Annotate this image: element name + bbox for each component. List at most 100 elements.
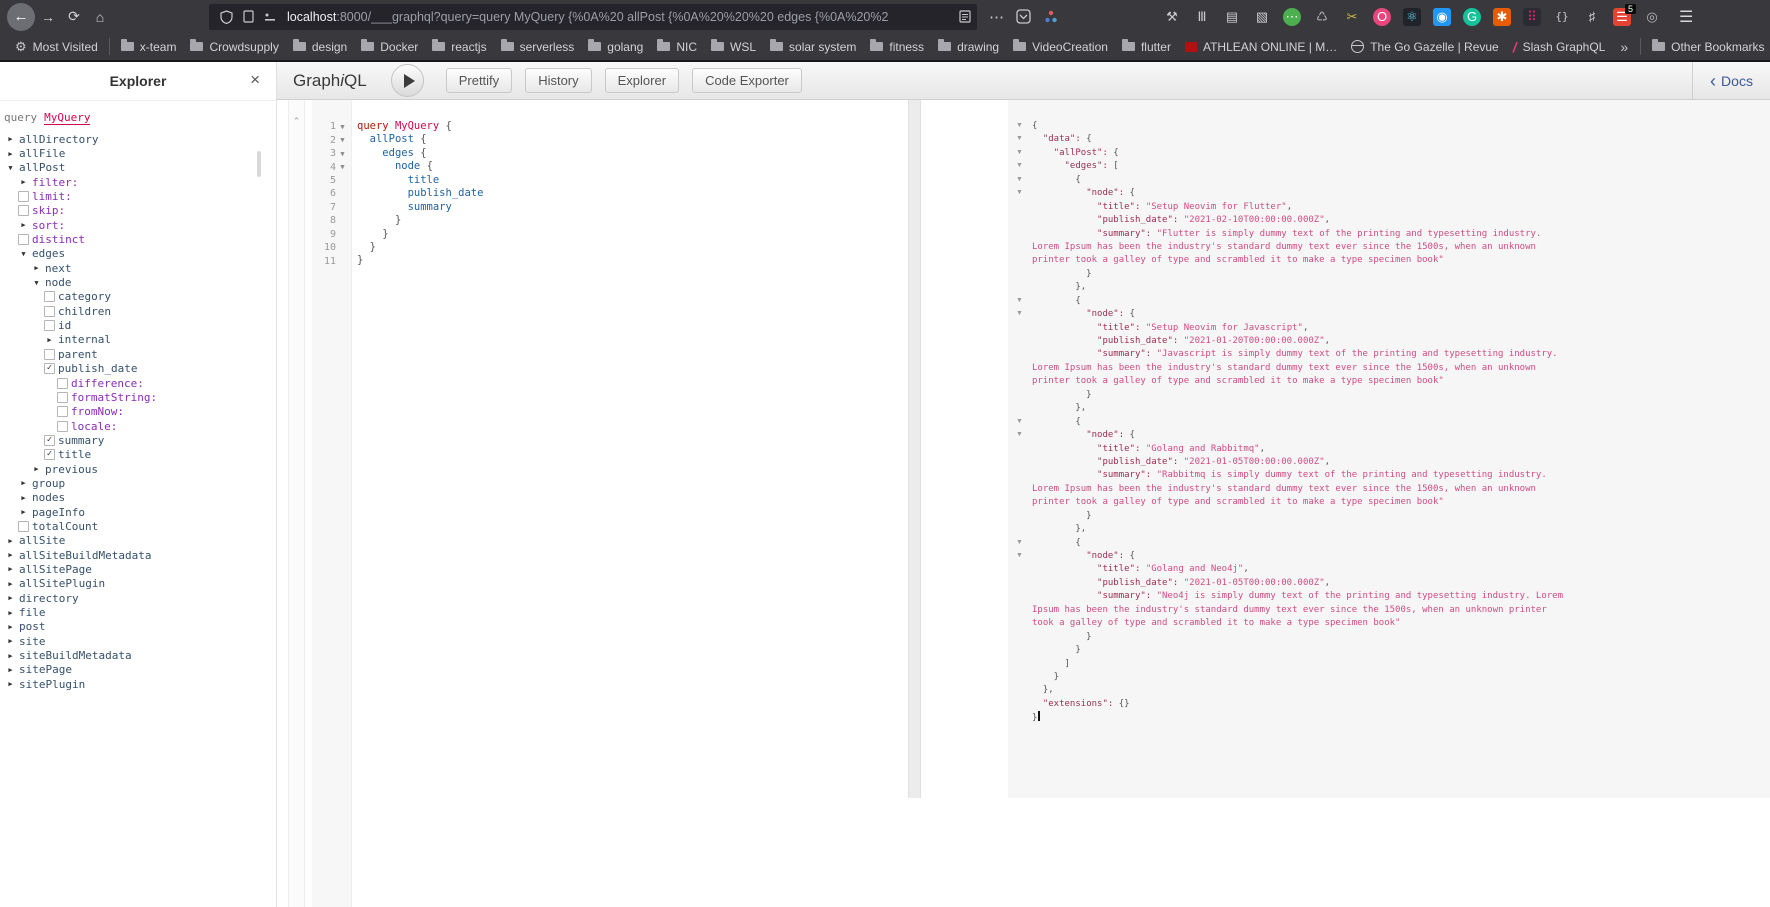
bookmark-item[interactable]: drawing — [931, 36, 1006, 58]
explorer-tree-item[interactable]: category — [2, 290, 276, 304]
explorer-tree-item[interactable]: ▶allSiteBuildMetadata — [2, 548, 276, 562]
fold-arrow-icon[interactable]: ▼ — [1016, 122, 1023, 129]
explorer-tree-item[interactable]: fromNow: — [2, 405, 276, 419]
operation-name-input[interactable]: MyQuery — [44, 111, 90, 125]
collapse-arrow-icon[interactable]: ▼ — [17, 250, 30, 258]
trash-extension-icon[interactable]: ♺ — [1313, 8, 1331, 26]
expand-arrow-icon[interactable]: ▶ — [30, 465, 43, 473]
explorer-tree-item[interactable]: ▶directory — [2, 591, 276, 605]
expand-arrow-icon[interactable]: ▶ — [4, 652, 17, 660]
bookmark-item[interactable]: reactjs — [425, 36, 493, 58]
explorer-tree-item[interactable]: ▶file — [2, 605, 276, 619]
other-bookmarks[interactable]: Other Bookmarks — [1645, 36, 1770, 58]
page-icon[interactable] — [237, 10, 259, 23]
collapse-arrow-icon[interactable]: ▼ — [30, 279, 43, 287]
fold-arrow-icon[interactable]: ▼ — [336, 123, 349, 131]
explorer-tree-item[interactable]: difference: — [2, 376, 276, 390]
todoist-icon[interactable]: ☰5 — [1613, 8, 1631, 26]
bookmark-item[interactable]: x-team — [114, 36, 184, 58]
history-button[interactable]: History — [525, 68, 591, 93]
loop-icon[interactable]: ◎ — [1643, 8, 1661, 26]
fold-arrow-icon[interactable]: ▼ — [1016, 418, 1023, 425]
field-checkbox[interactable] — [43, 306, 56, 317]
bookmark-item[interactable]: Docker — [354, 36, 425, 58]
explorer-tree-item[interactable]: ▶allSitePlugin — [2, 577, 276, 591]
bookmark-item[interactable]: design — [286, 36, 354, 58]
field-checkbox[interactable] — [17, 521, 30, 532]
expand-arrow-icon[interactable]: ▶ — [17, 221, 30, 229]
page-actions-icon[interactable]: ⋯ — [989, 8, 1004, 26]
pocket-icon[interactable] — [1016, 9, 1031, 24]
field-checkbox[interactable] — [17, 205, 30, 216]
expand-arrow-icon[interactable]: ▶ — [4, 537, 17, 545]
bookmark-item[interactable]: VideoCreation — [1006, 36, 1115, 58]
code-exporter-button[interactable]: Code Exporter — [692, 68, 802, 93]
expand-arrow-icon[interactable]: ▶ — [4, 150, 17, 158]
react-devtools-icon[interactable]: ⚛ — [1403, 8, 1421, 26]
bookmark-item[interactable]: WSL — [704, 36, 763, 58]
settings-extension-icon[interactable]: ✱ — [1493, 8, 1511, 26]
reader-mode-icon[interactable] — [959, 10, 971, 23]
field-checkbox[interactable] — [43, 291, 56, 302]
explorer-tree-item[interactable]: parent — [2, 347, 276, 361]
explorer-tree-item[interactable]: ▶previous — [2, 462, 276, 476]
explorer-tree-item[interactable]: locale: — [2, 419, 276, 433]
field-checkbox[interactable] — [17, 191, 30, 202]
expand-arrow-icon[interactable]: ▶ — [4, 565, 17, 573]
explorer-tree-item[interactable]: id — [2, 318, 276, 332]
bookmarks-overflow-icon[interactable]: » — [1612, 39, 1636, 55]
explorer-tree-item[interactable]: limit: — [2, 189, 276, 203]
field-checkbox[interactable] — [56, 406, 69, 417]
explorer-tree-item[interactable]: ▶sitePlugin — [2, 677, 276, 691]
fold-arrow-icon[interactable]: ▼ — [1016, 149, 1023, 156]
pane-divider[interactable] — [908, 100, 921, 798]
query-editor[interactable]: query MyQuery { allPost { edges { node {… — [357, 100, 483, 268]
fold-arrow-icon[interactable]: ▼ — [1016, 310, 1023, 317]
fence-icon[interactable]: ♯ — [1583, 8, 1601, 26]
explorer-tree-item[interactable]: ▶allFile — [2, 146, 276, 160]
bookmark-item[interactable]: /Slash GraphQL — [1506, 36, 1613, 58]
explorer-tree-item[interactable]: ▼allPost — [2, 161, 276, 175]
fold-arrow-icon[interactable]: ▼ — [336, 163, 349, 171]
bookmark-item[interactable]: serverless — [494, 36, 582, 58]
permissions-icon[interactable] — [259, 11, 281, 23]
explorer-tree-item[interactable]: ▶internal — [2, 333, 276, 347]
expand-arrow-icon[interactable]: ▶ — [4, 609, 17, 617]
editor-scrollbar[interactable]: ⌃ — [288, 100, 305, 907]
expand-arrow-icon[interactable]: ▶ — [43, 336, 56, 344]
bookmark-item[interactable]: solar system — [763, 36, 863, 58]
camera-icon[interactable]: ◉ — [1433, 8, 1451, 26]
beads-icon[interactable]: ⠿ — [1523, 8, 1541, 26]
expand-arrow-icon[interactable]: ▶ — [17, 178, 30, 186]
execute-query-button[interactable] — [391, 64, 424, 97]
explorer-tree-item[interactable]: ▶sitePage — [2, 663, 276, 677]
forward-button[interactable]: → — [35, 9, 61, 25]
field-checkbox[interactable] — [17, 234, 30, 245]
menu-icon[interactable]: ☰ — [1679, 7, 1693, 27]
explorer-tree-item[interactable]: formatString: — [2, 390, 276, 404]
collapse-arrow-icon[interactable]: ▼ — [4, 164, 17, 172]
explorer-tree-item[interactable]: ✓publish_date — [2, 362, 276, 376]
explorer-tree-item[interactable]: ▶group — [2, 476, 276, 490]
fold-arrow-icon[interactable]: ▼ — [336, 150, 349, 158]
field-checkbox[interactable] — [43, 320, 56, 331]
fold-arrow-icon[interactable]: ▼ — [1016, 189, 1023, 196]
explorer-tree-item[interactable]: ▶siteBuildMetadata — [2, 648, 276, 662]
expand-arrow-icon[interactable]: ▶ — [4, 637, 17, 645]
explorer-tree-item[interactable]: ▶pageInfo — [2, 505, 276, 519]
explorer-scrollbar[interactable] — [257, 151, 261, 177]
explorer-tree-item[interactable]: ✓summary — [2, 433, 276, 447]
expand-arrow-icon[interactable]: ▶ — [30, 264, 43, 272]
explorer-tree-item[interactable]: ▶allDirectory — [2, 132, 276, 146]
docs-link[interactable]: ‹ Docs — [1692, 62, 1770, 99]
bookmark-item[interactable]: NIC — [650, 36, 704, 58]
explorer-button[interactable]: Explorer — [605, 68, 679, 93]
field-checkbox[interactable] — [56, 378, 69, 389]
json-formatter-icon[interactable]: {} — [1553, 8, 1571, 26]
explorer-tree-item[interactable]: ▶next — [2, 261, 276, 275]
explorer-tree-item[interactable]: ▶allSite — [2, 534, 276, 548]
library-icon[interactable]: Ⅲ — [1193, 8, 1211, 26]
fold-arrow-icon[interactable]: ▼ — [1016, 176, 1023, 183]
back-button[interactable]: ← — [7, 3, 35, 31]
onetab-icon[interactable]: O — [1373, 8, 1391, 26]
